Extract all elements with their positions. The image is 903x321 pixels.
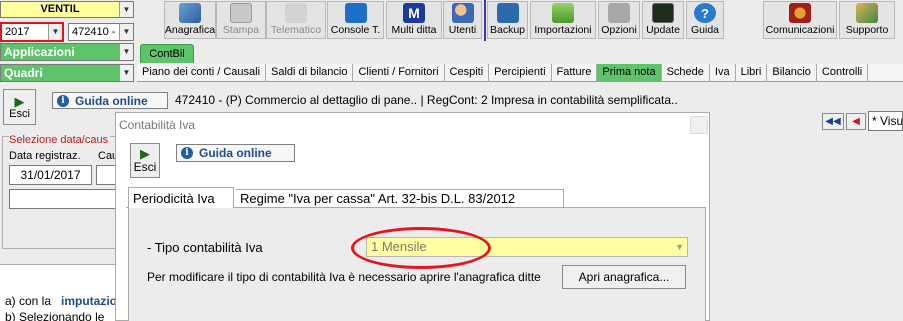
note-a-label: a) con la [5,294,52,308]
date-input[interactable]: 31/01/2017 [9,165,92,185]
exit-door-icon: ▶ [14,93,25,109]
causale-input[interactable] [96,165,116,185]
company-id-select[interactable]: 472410 - ▼ [68,23,134,41]
esci-button[interactable]: ▶ Esci [3,89,36,125]
printer-icon [230,3,252,23]
chevron-down-icon: ▼ [119,2,133,17]
tab-regime-iva-cassa[interactable]: Regime "Iva per cassa" Art. 32-bis D.L. … [236,189,564,208]
left-arrow-icon: ◀ [852,116,860,127]
menu-item-saldi-bilancio[interactable]: Saldi di bilancio [266,64,354,82]
importazioni-button[interactable]: Importazioni [530,1,596,39]
dialog-note: Per modificare il tipo di contabilità Iv… [147,270,541,284]
contabilita-iva-dialog: Contabilità Iva ▶ Esci i Guida online Pe… [115,112,710,321]
chevron-down-icon: ▼ [119,44,133,60]
year-select[interactable]: 2017 ▼ [0,22,64,42]
applicazioni-label: Applicazioni [4,45,75,59]
applicazioni-select[interactable]: Applicazioni ▼ [0,43,134,61]
guida-online-button[interactable]: i Guida online [52,92,168,109]
menu-item-percipienti[interactable]: Percipienti [489,64,552,82]
company-code-value: VENTIL [40,3,80,15]
book-globe-icon [179,3,201,23]
apri-anagrafica-button[interactable]: Apri anagrafica... [562,265,686,289]
menu-item-controlli[interactable]: Controlli [817,64,869,82]
chevron-down-icon: ▼ [119,24,133,40]
info-icon: i [57,94,69,107]
tab-periodicita-iva[interactable]: Periodicità Iva [128,187,234,209]
comunicazioni-button[interactable]: Comunicazioni [763,1,837,39]
help-icon: ? [694,3,716,23]
quadri-label: Quadri [4,66,43,80]
backup-icon [496,3,519,23]
menu-item-schede[interactable]: Schede [662,64,710,82]
update-button[interactable]: Update [642,1,684,39]
utenti-button[interactable]: Utenti [443,1,482,39]
tipo-highlight-ellipse [351,227,491,269]
menu-item-libri[interactable]: Libri [736,64,768,82]
company-code-select[interactable]: VENTIL ▼ [0,1,134,18]
menu-item-iva[interactable]: Iva [710,64,736,82]
multi-ditta-button[interactable]: M Multi ditta [386,1,442,39]
exit-door-icon: ▶ [140,146,150,161]
view-mode-field[interactable]: * Visu [868,111,903,131]
note-b-label: b) Selezionando le [5,310,105,321]
chevron-down-icon: ▼ [675,242,684,252]
previous-record-button[interactable]: ◀ [846,113,866,130]
dialog-close-button[interactable] [690,116,708,134]
opzioni-button[interactable]: Opzioni [598,1,640,39]
chevron-down-icon: ▼ [119,65,133,81]
selection-title: Selezione data/caus [9,134,111,146]
wrench-icon [608,3,630,23]
dialog-title: Contabilità Iva [119,118,196,132]
note-a-link: imputazio [61,294,115,308]
toolbar-separator [484,0,486,41]
menu-item-cespiti[interactable]: Cespiti [445,64,490,82]
supporto-button[interactable]: Supporto [839,1,895,39]
telematico-button[interactable]: Telematico [266,1,326,39]
data-registrazione-label: Data registraz. [9,150,81,162]
menu-item-prima-nota[interactable]: Prima nota [597,64,662,82]
m-letter-icon: M [403,3,425,23]
anagrafica-button[interactable]: Anagrafica [164,1,216,39]
info-icon: i [181,147,193,159]
dialog-guida-online-button[interactable]: i Guida online [176,144,295,162]
menu-item-clienti-fornitori[interactable]: Clienti / Fornitori [353,64,445,82]
import-icon [552,3,574,23]
feather-icon [285,3,307,23]
app-tab-contbil[interactable]: ContBil [140,44,194,63]
dialog-esci-button[interactable]: ▶ Esci [130,143,160,178]
update-monitor-icon [652,3,674,23]
tipo-contabilita-label: - Tipo contabilità Iva [147,240,263,255]
company-id-value: 472410 - [72,26,116,38]
chevron-down-icon: ▼ [48,24,62,40]
main-menu-bar: Piano dei conti / Causali Saldi di bilan… [137,64,903,82]
first-record-button[interactable]: ◀◀ [822,113,844,130]
menu-item-bilancio[interactable]: Bilancio [767,64,817,82]
year-value: 2017 [5,26,30,38]
users-icon [451,3,474,23]
description-input[interactable] [9,189,116,209]
console-button[interactable]: Console T. [327,1,384,39]
communications-icon [789,3,811,23]
support-icon [856,3,878,23]
double-left-arrow-icon: ◀◀ [825,116,841,127]
menu-item-piano-conti[interactable]: Piano dei conti / Causali [137,64,267,82]
backup-button[interactable]: Backup [487,1,528,39]
guida-button[interactable]: ? Guida [686,1,724,39]
console-icon [344,3,367,23]
menu-item-fatture[interactable]: Fatture [552,64,598,82]
company-info-line: 472410 - (P) Commercio al dettaglio di p… [175,93,678,107]
stampa-button[interactable]: Stampa [216,1,266,39]
quadri-select[interactable]: Quadri ▼ [0,64,134,82]
